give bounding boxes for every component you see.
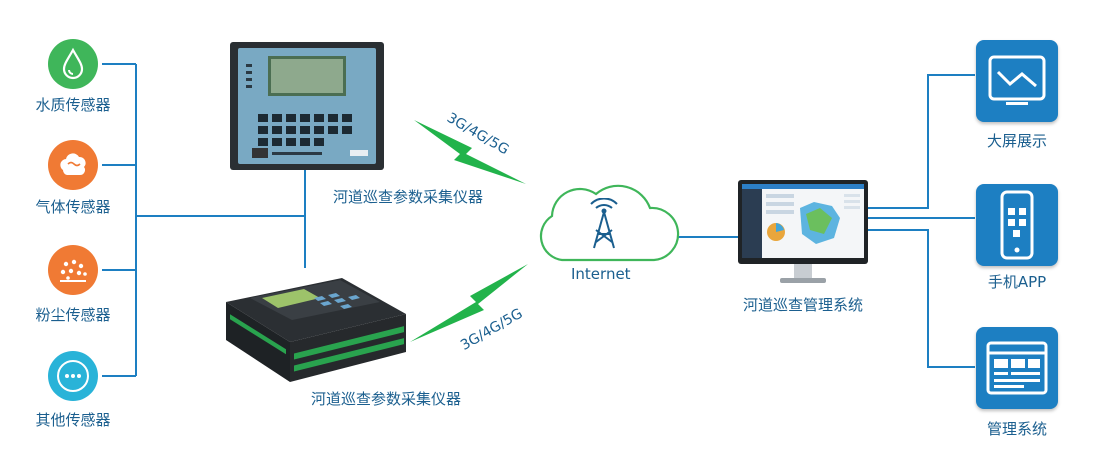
mobile-app-icon xyxy=(1000,190,1034,260)
management-computer xyxy=(738,180,868,283)
gas-cloud-icon xyxy=(60,153,86,175)
dust-particles-icon xyxy=(60,259,87,282)
mobile-app-tile xyxy=(976,184,1058,266)
signal-tower-icon xyxy=(590,198,618,249)
management-console-icon xyxy=(986,341,1048,395)
big-screen-label: 大屏展示 xyxy=(986,132,1048,150)
water-drop-icon xyxy=(62,47,84,80)
box-collector-device xyxy=(226,278,406,382)
iot-architecture-diagram: 水质传感器 气体传感器 粉尘传感器 其他传感器 河道巡查参数采集仪器 河道巡查参… xyxy=(0,0,1096,453)
system-label: 河道巡查管理系统 xyxy=(742,296,864,314)
dust-sensor xyxy=(48,245,98,295)
internet-label: Internet xyxy=(571,265,631,283)
more-dots-icon xyxy=(57,360,89,392)
collector-bottom-label: 河道巡查参数采集仪器 xyxy=(310,390,462,408)
collector-top-label: 河道巡查参数采集仪器 xyxy=(332,188,484,206)
management-system-label: 管理系统 xyxy=(986,420,1048,438)
panel-collector-device xyxy=(230,42,384,170)
gas-sensor xyxy=(48,140,98,190)
water-quality-sensor xyxy=(48,39,98,89)
wireless-link-bottom-icon xyxy=(410,264,528,342)
gas-sensor-label: 气体传感器 xyxy=(35,198,111,216)
other-sensor xyxy=(48,351,98,401)
other-sensor-label: 其他传感器 xyxy=(35,411,111,429)
mobile-app-label: 手机APP xyxy=(987,273,1047,291)
big-screen-tile xyxy=(976,40,1058,122)
management-system-tile xyxy=(976,327,1058,409)
monitor-chart-icon xyxy=(988,55,1046,105)
water-sensor-label: 水质传感器 xyxy=(35,96,111,114)
dust-sensor-label: 粉尘传感器 xyxy=(35,306,111,324)
